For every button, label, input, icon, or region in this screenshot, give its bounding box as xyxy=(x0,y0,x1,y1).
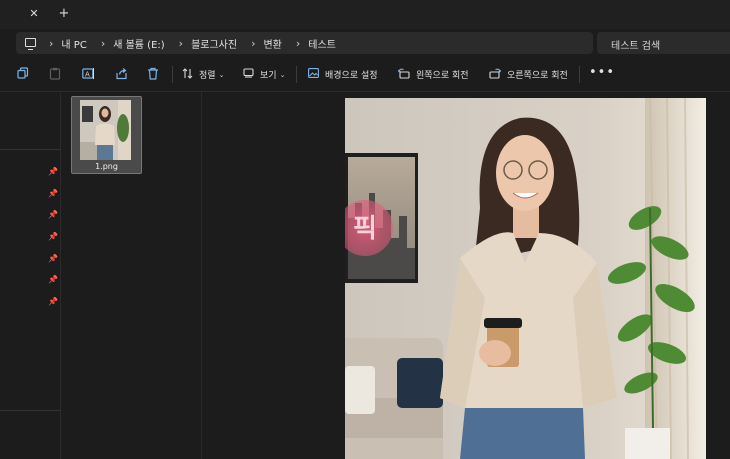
breadcrumb-item-this-pc[interactable]: 내 PC xyxy=(61,36,86,51)
chevron-down-icon: ⌄ xyxy=(279,70,286,79)
command-separator xyxy=(296,66,297,83)
breadcrumb-separator[interactable]: › xyxy=(251,37,255,50)
svg-text:A: A xyxy=(85,71,90,79)
preview-pane: 픽 xyxy=(202,92,730,459)
navigation-divider xyxy=(0,410,61,411)
computer-icon[interactable] xyxy=(25,38,36,50)
set-as-background-button[interactable]: 배경으로 설정 xyxy=(308,66,378,83)
address-row: › 내 PC › 새 볼륨 (E:) › 블로그사진 › 변환 › 테스트 테스… xyxy=(0,29,730,57)
breadcrumb-separator[interactable]: › xyxy=(179,37,183,50)
copy-icon[interactable] xyxy=(16,67,30,81)
rotate-left-label: 왼쪽으로 회전 xyxy=(416,71,469,81)
pin-icon[interactable]: 📌 xyxy=(48,168,58,176)
preview-image: 픽 xyxy=(345,98,706,459)
file-thumbnail xyxy=(80,100,131,160)
breadcrumb-separator[interactable]: › xyxy=(101,37,105,50)
command-separator xyxy=(579,66,580,83)
pin-icon[interactable]: 📌 xyxy=(48,298,58,306)
pin-icon[interactable]: 📌 xyxy=(48,255,58,263)
rotate-right-icon xyxy=(489,68,502,82)
command-separator xyxy=(172,66,173,83)
breadcrumb-item-blog-photos[interactable]: 블로그사진 xyxy=(191,36,237,51)
share-icon[interactable] xyxy=(114,67,128,81)
sort-label: 정렬 xyxy=(199,71,216,81)
breadcrumb-item-test[interactable]: 테스트 xyxy=(308,36,336,51)
pin-icon[interactable]: 📌 xyxy=(48,190,58,198)
navigation-pane[interactable]: 📌 📌 📌 📌 📌 📌 📌 xyxy=(0,92,61,459)
file-list[interactable]: 1.png xyxy=(61,92,202,459)
more-options-button[interactable]: ••• xyxy=(589,66,615,79)
view-label: 보기 xyxy=(260,71,277,81)
pin-icon[interactable]: 📌 xyxy=(48,233,58,241)
paste-icon[interactable] xyxy=(48,67,62,81)
file-item[interactable]: 1.png xyxy=(71,96,142,174)
sort-icon xyxy=(182,67,193,82)
delete-icon[interactable] xyxy=(146,67,160,81)
breadcrumb: › 내 PC › 새 볼륨 (E:) › 블로그사진 › 변환 › 테스트 xyxy=(46,32,336,54)
watermark-text: 픽 xyxy=(353,214,377,244)
search-input[interactable]: 테스트 검색 xyxy=(597,32,730,54)
pin-icon[interactable]: 📌 xyxy=(48,276,58,284)
close-tab-button[interactable]: ✕ xyxy=(27,6,41,22)
chevron-down-icon: ⌄ xyxy=(218,70,225,79)
breadcrumb-item-convert[interactable]: 변환 xyxy=(263,36,281,51)
rename-icon[interactable]: A xyxy=(81,67,95,81)
pin-icon[interactable]: 📌 xyxy=(48,211,58,219)
breadcrumb-item-volume-e[interactable]: 새 볼륨 (E:) xyxy=(113,36,164,51)
search-placeholder: 테스트 검색 xyxy=(611,41,661,52)
rotate-left-button[interactable]: 왼쪽으로 회전 xyxy=(397,66,469,83)
navigation-divider xyxy=(0,149,61,150)
view-button[interactable]: 보기 ⌄ xyxy=(243,66,285,83)
wallpaper-icon xyxy=(308,68,319,81)
file-name: 1.png xyxy=(95,162,118,171)
rotate-right-button[interactable]: 오른쪽으로 회전 xyxy=(489,66,568,83)
breadcrumb-separator[interactable]: › xyxy=(296,37,300,50)
rotate-right-label: 오른쪽으로 회전 xyxy=(507,71,568,81)
new-tab-button[interactable]: + xyxy=(57,6,71,22)
title-bar: ✕ + xyxy=(0,0,730,29)
rotate-left-icon xyxy=(397,68,410,82)
set-as-background-label: 배경으로 설정 xyxy=(325,71,378,81)
sort-button[interactable]: 정렬 ⌄ xyxy=(182,66,224,83)
view-icon xyxy=(243,68,254,81)
command-bar: A 정렬 ⌄ 보기 ⌄ 배경으로 설정 왼쪽으로 회전 오른쪽으로 회전 ••• xyxy=(0,57,730,92)
breadcrumb-separator[interactable]: › xyxy=(49,37,53,50)
address-bar[interactable]: › 내 PC › 새 볼륨 (E:) › 블로그사진 › 변환 › 테스트 xyxy=(16,32,593,54)
